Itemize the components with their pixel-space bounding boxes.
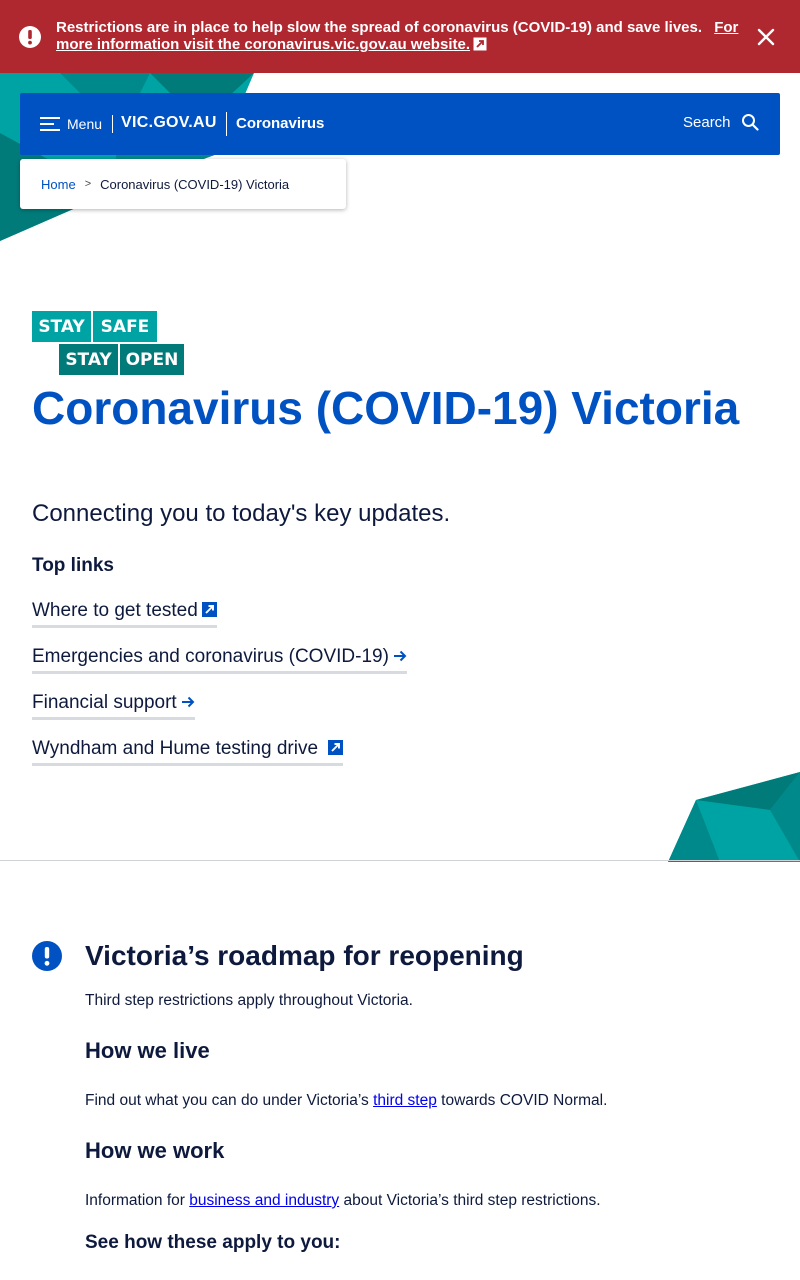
breadcrumb-current: Coronavirus (COVID-19) Victoria xyxy=(100,176,290,192)
alert-exclamation-icon xyxy=(19,26,41,48)
search-icon xyxy=(741,114,759,131)
header-divider xyxy=(112,115,113,133)
menu-icon xyxy=(40,117,60,131)
logo-word: STAY xyxy=(59,344,118,375)
menu-label: Menu xyxy=(67,116,103,132)
search-button[interactable]: Search xyxy=(683,113,759,131)
logo-word: STAY xyxy=(32,311,91,342)
external-link-icon xyxy=(328,740,344,755)
top-link-label: Emergencies and coronavirus (COVID-19) xyxy=(32,646,389,667)
top-link-emergencies[interactable]: Emergencies and coronavirus (COVID-19) xyxy=(32,646,407,674)
vic-gov-logo[interactable]: VIC.GOV.AU xyxy=(121,114,217,132)
stay-safe-stay-open-logo: STAY SAFE STAY OPEN xyxy=(32,311,186,376)
external-link-icon xyxy=(473,37,487,51)
external-link-icon xyxy=(201,602,217,617)
how-we-live-text: Find out what you can do under Victoria’… xyxy=(85,1092,608,1109)
top-link-label: Where to get tested xyxy=(32,600,198,621)
top-links-heading: Top links xyxy=(32,555,114,576)
top-link-financial-support[interactable]: Financial support xyxy=(32,692,195,720)
top-link-wyndham-hume[interactable]: Wyndham and Hume testing drive xyxy=(32,738,344,766)
site-name[interactable]: Coronavirus xyxy=(236,115,324,132)
business-industry-link[interactable]: business and industry xyxy=(189,1192,339,1209)
decorative-shape-bottom xyxy=(668,772,800,862)
site-header: Menu VIC.GOV.AU Coronavirus Search xyxy=(20,93,780,155)
roadmap-title: Victoria’s roadmap for reopening xyxy=(85,940,524,971)
breadcrumb-home-link[interactable]: Home xyxy=(41,177,76,192)
search-label: Search xyxy=(683,113,731,131)
how-we-live-heading: How we live xyxy=(85,1038,210,1063)
top-link-label: Wyndham and Hume testing drive xyxy=(32,738,319,759)
top-link-where-to-get-tested[interactable]: Where to get tested xyxy=(32,600,217,628)
top-link-label: Financial support xyxy=(32,692,177,713)
close-icon[interactable] xyxy=(754,25,778,49)
alert-banner: Restrictions are in place to help slow t… xyxy=(0,0,800,73)
alert-text: Restrictions are in place to help slow t… xyxy=(56,19,746,53)
menu-button[interactable]: Menu xyxy=(40,113,102,135)
logo-word: OPEN xyxy=(120,344,184,375)
alert-exclamation-icon xyxy=(32,941,62,971)
page-subtitle: Connecting you to today's key updates. xyxy=(32,500,451,527)
logo-word: SAFE xyxy=(93,311,157,342)
breadcrumb: Home > Coronavirus (COVID-19) Victoria xyxy=(20,159,346,209)
how-we-work-text: Information for business and industry ab… xyxy=(85,1192,601,1209)
arrow-right-icon xyxy=(393,650,407,662)
breadcrumb-separator: > xyxy=(84,178,92,190)
header-divider xyxy=(226,112,227,136)
how-we-work-heading: How we work xyxy=(85,1138,225,1163)
arrow-right-icon xyxy=(181,696,195,708)
section-divider xyxy=(0,860,800,861)
roadmap-intro: Third step restrictions apply throughout… xyxy=(85,992,413,1009)
alert-message: Restrictions are in place to help slow t… xyxy=(56,19,703,36)
third-step-link[interactable]: third step xyxy=(373,1092,437,1109)
page-title: Coronavirus (COVID-19) Victoria xyxy=(32,382,740,434)
see-how-apply-heading: See how these apply to you: xyxy=(85,1232,341,1253)
